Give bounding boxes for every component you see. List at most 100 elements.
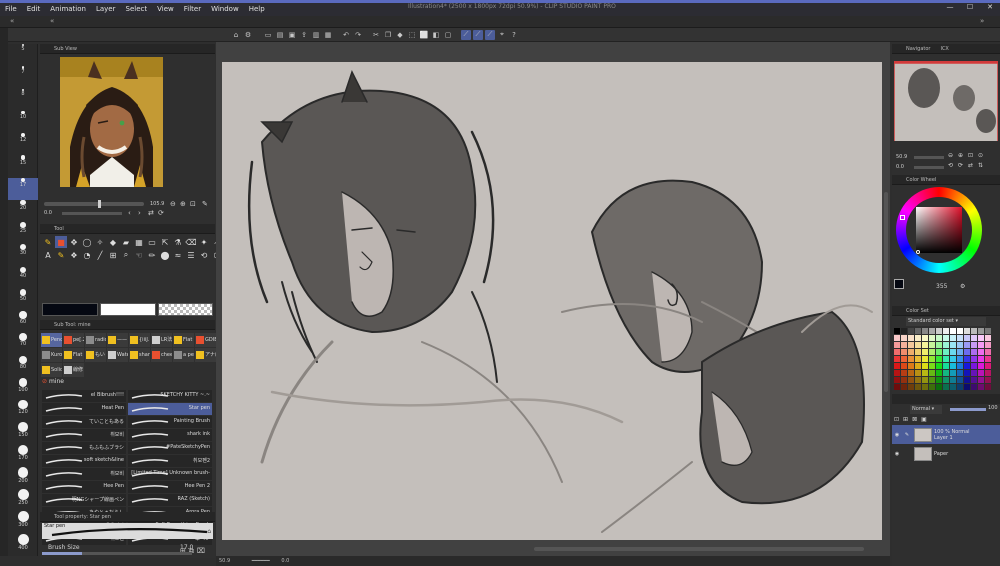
color-swatch[interactable] bbox=[929, 370, 935, 376]
color-swatch[interactable] bbox=[957, 377, 963, 383]
brush-size-60[interactable]: 60 bbox=[8, 311, 38, 333]
balloon-tool-icon[interactable]: ◔ bbox=[81, 249, 93, 261]
color-swatch[interactable] bbox=[950, 342, 956, 348]
color-swatch[interactable] bbox=[901, 377, 907, 383]
color-swatch[interactable] bbox=[894, 342, 900, 348]
color-swatch[interactable] bbox=[908, 335, 914, 341]
collapse-icon[interactable]: « bbox=[50, 17, 54, 25]
color-swatch[interactable] bbox=[894, 384, 900, 390]
color-swatch[interactable] bbox=[922, 335, 928, 341]
sub-tool-tab[interactable]: 線修 bbox=[63, 363, 84, 377]
zoom-out-icon[interactable]: ⊖ bbox=[170, 200, 176, 208]
color-swatch[interactable] bbox=[901, 335, 907, 341]
eyedropper-icon[interactable]: ✎ bbox=[202, 200, 208, 208]
rotate-left-icon[interactable]: ⟲ bbox=[948, 162, 953, 169]
flip-icon[interactable]: ⇄ bbox=[148, 209, 154, 217]
color-swatch[interactable] bbox=[943, 356, 949, 362]
menu-select[interactable]: Select bbox=[121, 3, 153, 16]
brush-size-400[interactable]: 400 bbox=[8, 533, 38, 556]
brush-item[interactable]: Hee Pen bbox=[42, 481, 126, 493]
color-swatch[interactable] bbox=[964, 335, 970, 341]
color-swatch[interactable] bbox=[971, 363, 977, 369]
color-swatch[interactable] bbox=[936, 342, 942, 348]
brush-item[interactable]: SKETCHY KITTY ~.~ bbox=[128, 390, 212, 402]
sub-tool-tab[interactable]: a pen bbox=[173, 348, 194, 362]
text-tool-icon[interactable]: A bbox=[42, 249, 54, 261]
color-swatch[interactable] bbox=[901, 349, 907, 355]
brush-size-70[interactable]: 70 bbox=[8, 333, 38, 355]
icx-tab[interactable]: ICX bbox=[940, 44, 948, 53]
brush-item[interactable]: 취모펜2 bbox=[128, 455, 212, 467]
brush-item[interactable]: Heat Pen bbox=[42, 403, 126, 415]
color-swatch[interactable] bbox=[908, 384, 914, 390]
brush-item[interactable]: Painting Brush bbox=[128, 416, 212, 428]
brush-size-30[interactable]: 30 bbox=[8, 244, 38, 266]
ref-layer-icon[interactable]: ⊠ bbox=[912, 416, 917, 424]
color-swatch[interactable] bbox=[943, 377, 949, 383]
color-swatch[interactable] bbox=[922, 370, 928, 376]
gradient-tool-icon[interactable]: ▰ bbox=[120, 236, 132, 248]
color-swatch[interactable] bbox=[943, 384, 949, 390]
show-selection-icon[interactable]: ▢ bbox=[443, 30, 453, 40]
sub-tool-tab[interactable]: pe[.2 bbox=[63, 333, 84, 347]
color-swatch[interactable] bbox=[922, 356, 928, 362]
lock-icon[interactable]: ⌂ bbox=[207, 528, 211, 535]
color-swatch[interactable] bbox=[936, 377, 942, 383]
sub-view-zoom-slider[interactable] bbox=[44, 202, 144, 206]
color-swatch[interactable] bbox=[978, 356, 984, 362]
sub-tool-tab[interactable]: GDIE bbox=[195, 333, 216, 347]
color-swatch[interactable] bbox=[985, 384, 991, 390]
snap-icon[interactable]: ⌖ bbox=[497, 30, 507, 40]
color-swatch[interactable] bbox=[908, 342, 914, 348]
brush-item[interactable]: shark ink bbox=[128, 429, 212, 441]
color-swatch[interactable] bbox=[894, 328, 900, 334]
expand-icon[interactable]: » bbox=[980, 17, 984, 25]
color-swatch[interactable] bbox=[936, 356, 942, 362]
figure-tool-icon[interactable]: ▭ bbox=[146, 236, 158, 248]
current-color-swatch[interactable] bbox=[894, 279, 904, 289]
layer-select-tool-icon[interactable]: ☰ bbox=[185, 249, 197, 261]
sub-color-swatch[interactable] bbox=[100, 303, 156, 316]
color-swatch[interactable] bbox=[894, 377, 900, 383]
color-swatch[interactable] bbox=[922, 377, 928, 383]
color-swatch[interactable] bbox=[901, 370, 907, 376]
brush-size-20[interactable]: 20 bbox=[8, 199, 38, 222]
frame-tool-icon[interactable]: ▦ bbox=[133, 236, 145, 248]
transparent-color-swatch[interactable] bbox=[158, 303, 213, 316]
line-tool-icon[interactable]: ╱ bbox=[94, 249, 106, 261]
brush-item[interactable]: もふもふブラシ bbox=[42, 442, 126, 454]
color-swatch[interactable] bbox=[985, 377, 991, 383]
undo-icon[interactable]: ↶ bbox=[341, 30, 351, 40]
color-swatch[interactable] bbox=[978, 363, 984, 369]
color-swatch[interactable] bbox=[929, 342, 935, 348]
lock-layer-icon[interactable]: ⊡ bbox=[894, 416, 899, 424]
flip-vertical-icon[interactable]: ⇅ bbox=[978, 162, 983, 169]
sub-tool-tab[interactable]: Wate bbox=[107, 348, 128, 362]
color-swatch[interactable] bbox=[943, 349, 949, 355]
color-swatch[interactable] bbox=[950, 363, 956, 369]
fill-icon[interactable]: ◆ bbox=[395, 30, 405, 40]
color-swatch[interactable] bbox=[922, 328, 928, 334]
color-swatch[interactable] bbox=[908, 370, 914, 376]
fill-tool-icon[interactable]: ◆ bbox=[107, 236, 119, 248]
invert-selection-icon[interactable]: ◧ bbox=[431, 30, 441, 40]
color-swatch[interactable] bbox=[901, 356, 907, 362]
color-swatch[interactable] bbox=[978, 377, 984, 383]
layer-row-layer-1[interactable]: ◉ ✎ 100 % Normal Layer 1 bbox=[892, 425, 1000, 444]
color-swatch[interactable] bbox=[978, 349, 984, 355]
brush-size-50[interactable]: 50 bbox=[8, 288, 38, 311]
color-swatch[interactable] bbox=[936, 328, 942, 334]
navigator-tab[interactable]: Navigator bbox=[906, 44, 930, 53]
menu-window[interactable]: Window bbox=[206, 3, 244, 16]
export-image-icon[interactable]: ▥ bbox=[311, 30, 321, 40]
zoom-in-icon[interactable]: ⊕ bbox=[180, 200, 186, 208]
brush-size-300[interactable]: 300 bbox=[8, 511, 38, 533]
brush-item[interactable]: el Bibrush!!!! bbox=[42, 390, 126, 402]
eraser-tool-icon[interactable]: ⌫ bbox=[185, 236, 197, 248]
color-swatch[interactable] bbox=[971, 370, 977, 376]
brush-item[interactable]: 明NGシャープ線画ペン bbox=[42, 494, 126, 506]
sub-tool-tab[interactable]: chee bbox=[151, 348, 172, 362]
color-swatch[interactable] bbox=[908, 363, 914, 369]
zoom-in-icon[interactable]: ⊕ bbox=[958, 152, 963, 159]
transform-icon[interactable]: ⬚ bbox=[407, 30, 417, 40]
